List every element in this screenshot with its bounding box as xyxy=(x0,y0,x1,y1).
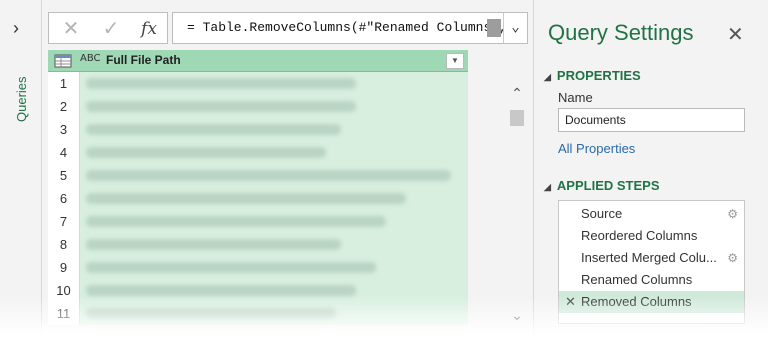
row-number[interactable]: 7 xyxy=(48,210,80,233)
redacted-text xyxy=(86,262,376,273)
row-number[interactable]: 10 xyxy=(48,279,80,302)
applied-step[interactable]: Reordered Columns xyxy=(559,225,744,247)
table-cell[interactable] xyxy=(80,95,468,118)
chevron-up-icon[interactable]: ⌃ xyxy=(508,86,526,100)
redacted-text xyxy=(86,193,406,204)
gear-icon[interactable]: ⚙ xyxy=(727,203,738,225)
formula-selection-block xyxy=(487,19,501,37)
chevron-down-icon[interactable]: ▼ xyxy=(446,53,464,69)
text-type-icon[interactable]: ABC xyxy=(80,53,101,64)
applied-step-label: Source xyxy=(581,206,623,221)
table-row[interactable]: 9 xyxy=(48,256,468,279)
redacted-text xyxy=(86,101,356,112)
table-cell[interactable] xyxy=(80,233,468,256)
table-row[interactable]: 4 xyxy=(48,141,468,164)
applied-steps-section[interactable]: ◢ APPLIED STEPS xyxy=(544,178,660,193)
row-number[interactable]: 11 xyxy=(48,302,80,325)
row-number[interactable]: 8 xyxy=(48,233,80,256)
column-header-row: ABC Full File Path ▼ xyxy=(48,50,468,72)
table-row[interactable]: 10 xyxy=(48,279,468,302)
table-row[interactable]: 2 xyxy=(48,95,468,118)
table-cell[interactable] xyxy=(80,256,468,279)
table-cell[interactable] xyxy=(80,72,468,95)
close-icon[interactable]: ✕ xyxy=(727,22,744,47)
formula-input[interactable]: = Table.RemoveColumns(#"Renamed Columns"… xyxy=(172,12,528,44)
formula-text: = Table.RemoveColumns(#"Renamed Columns"… xyxy=(187,20,507,35)
table-cell[interactable] xyxy=(80,141,468,164)
table-cell[interactable] xyxy=(80,187,468,210)
table-row[interactable]: 11 xyxy=(48,302,468,325)
applied-step-label: Reordered Columns xyxy=(581,228,698,243)
table-cell[interactable] xyxy=(80,279,468,302)
chevron-down-icon[interactable]: ⌄ xyxy=(503,13,527,43)
column-header-full-file-path[interactable]: Full File Path xyxy=(106,53,181,67)
collapse-triangle-icon: ◢ xyxy=(544,182,551,192)
formula-bar: ✕ ✓ fx = Table.RemoveColumns(#"Renamed C… xyxy=(48,12,528,44)
table-row[interactable]: 3 xyxy=(48,118,468,141)
row-number[interactable]: 6 xyxy=(48,187,80,210)
table-row[interactable]: 5 xyxy=(48,164,468,187)
queries-pane-label[interactable]: Queries xyxy=(14,76,29,122)
chevron-down-icon[interactable]: ⌄ xyxy=(508,308,526,322)
applied-steps-list: Source ⚙ Reordered Columns Inserted Merged … xyxy=(558,200,745,324)
redacted-text xyxy=(86,78,356,89)
table-cell[interactable] xyxy=(80,210,468,233)
applied-step[interactable]: Source ⚙ xyxy=(559,203,744,225)
gear-icon[interactable]: ⚙ xyxy=(727,247,738,269)
table-icon[interactable] xyxy=(54,54,72,68)
row-number[interactable]: 3 xyxy=(48,118,80,141)
applied-step[interactable]: Inserted Merged Colu... ⚙ xyxy=(559,247,744,269)
check-icon[interactable]: ✓ xyxy=(93,17,129,41)
applied-step-label: Renamed Columns xyxy=(581,272,693,287)
fx-icon[interactable]: fx xyxy=(131,17,167,41)
redacted-text xyxy=(86,285,356,296)
applied-step-label: Removed Columns xyxy=(581,294,692,309)
chevron-right-icon[interactable]: › xyxy=(13,18,29,38)
delete-step-icon[interactable]: ✕ xyxy=(565,291,576,313)
row-number[interactable]: 1 xyxy=(48,72,80,95)
table-cell[interactable] xyxy=(80,164,468,187)
applied-steps-heading: APPLIED STEPS xyxy=(556,178,660,193)
query-settings-pane: Query Settings ✕ ◢ PROPERTIES Name All Pr… xyxy=(533,0,768,342)
table-row[interactable]: 8 xyxy=(48,233,468,256)
data-grid: ABC Full File Path ▼ 1 2 3 4 5 6 7 8 9 10 11 xyxy=(48,50,468,342)
table-cell[interactable] xyxy=(80,118,468,141)
table-row[interactable]: 6 xyxy=(48,187,468,210)
table-cell[interactable] xyxy=(80,302,468,325)
collapse-triangle-icon: ◢ xyxy=(544,72,551,82)
name-label: Name xyxy=(558,90,593,105)
power-query-editor: › Queries ✕ ✓ fx = Table.RemoveColumns(#… xyxy=(0,0,768,342)
row-number[interactable]: 2 xyxy=(48,95,80,118)
redacted-text xyxy=(86,308,336,319)
applied-step-label: Inserted Merged Colu... xyxy=(581,250,717,265)
redacted-text xyxy=(86,147,326,158)
redacted-text xyxy=(86,239,341,250)
scroll-thumb[interactable] xyxy=(510,110,524,126)
table-row[interactable]: 7 xyxy=(48,210,468,233)
table-row[interactable]: 1 xyxy=(48,72,468,95)
close-icon[interactable]: ✕ xyxy=(53,17,89,41)
queries-pane: › Queries xyxy=(0,0,42,342)
applied-step[interactable]: Renamed Columns xyxy=(559,269,744,291)
row-number[interactable]: 9 xyxy=(48,256,80,279)
settings-title: Query Settings xyxy=(548,20,694,45)
properties-heading: PROPERTIES xyxy=(556,68,641,83)
row-number[interactable]: 5 xyxy=(48,164,80,187)
vertical-scrollbar[interactable]: ⌃ ⌄ xyxy=(506,72,528,332)
all-properties-link[interactable]: All Properties xyxy=(558,141,635,156)
formula-buttons: ✕ ✓ fx xyxy=(48,12,168,44)
properties-section[interactable]: ◢ PROPERTIES xyxy=(544,68,641,83)
query-name-input[interactable] xyxy=(558,108,745,132)
redacted-text xyxy=(86,216,386,227)
redacted-text xyxy=(86,170,451,181)
row-number[interactable]: 4 xyxy=(48,141,80,164)
redacted-text xyxy=(86,124,341,135)
applied-step[interactable]: ✕ Removed Columns xyxy=(559,291,744,313)
